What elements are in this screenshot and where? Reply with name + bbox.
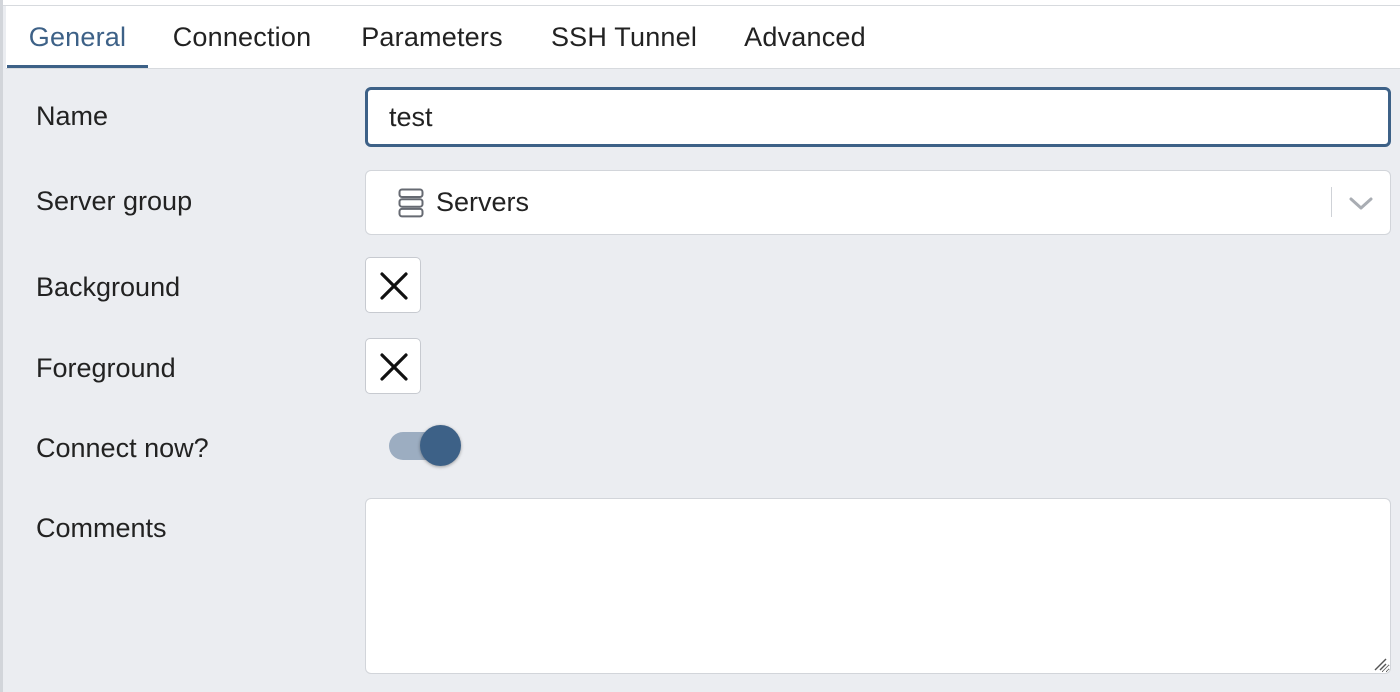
tab-ssh-tunnel[interactable]: SSH Tunnel [542,6,706,68]
resize-grip-icon[interactable] [1373,657,1387,671]
connect-now-label: Connect now? [36,433,209,463]
tab-connection[interactable]: Connection [160,6,324,68]
tab-general[interactable]: General [7,6,148,68]
server-dialog-panel: General Connection Parameters SSH Tunnel… [0,0,1400,692]
tab-advanced[interactable]: Advanced [733,6,877,68]
comments-label: Comments [36,513,167,543]
server-group-value: Servers [436,187,530,217]
clear-x-icon [380,272,408,300]
chevron-down-icon[interactable] [1348,191,1374,215]
foreground-color-picker[interactable] [365,338,421,394]
select-separator [1331,187,1332,217]
background-label: Background [36,272,181,302]
tab-parameters[interactable]: Parameters [350,6,514,68]
server-group-select[interactable]: Servers [365,170,1391,235]
toggle-knob [420,425,461,466]
background-color-picker[interactable] [365,257,421,313]
clear-x-icon [380,353,408,381]
foreground-label: Foreground [36,353,176,383]
name-label: Name [36,101,109,131]
tab-bar: General Connection Parameters SSH Tunnel… [6,6,1400,69]
server-group-label: Server group [36,186,193,216]
comments-textarea[interactable] [365,498,1391,674]
server-group-icon [398,188,424,218]
name-input[interactable] [365,87,1391,147]
connect-now-toggle[interactable] [388,425,464,467]
